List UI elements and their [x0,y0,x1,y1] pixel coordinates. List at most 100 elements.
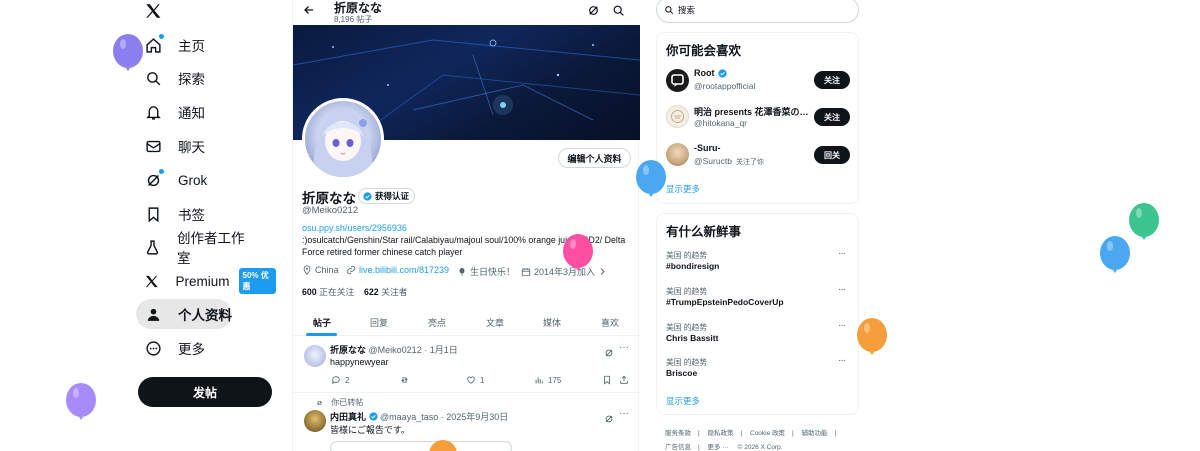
follow-back-button[interactable]: 回关 [814,146,850,164]
avatar[interactable] [666,69,689,92]
sidebar-item-grok[interactable]: Grok [136,165,246,195]
footer-link-cookie[interactable]: Cookie 政策 [750,430,785,437]
footer-links-2: 广告信息 | 更多 ··· © 2026 X Corp. [665,444,783,451]
sidebar-item-label: 书签 [178,208,205,223]
panel-title: 你可能会喜欢 [666,44,742,58]
profile-avatar[interactable] [302,98,384,180]
tweet-author[interactable]: 折原なな [330,345,366,355]
sidebar-item-profile[interactable]: 个人资料 [136,299,232,329]
bookmark-button[interactable] [602,375,616,385]
sidebar-item-home[interactable]: 主页 [136,30,246,60]
post-button[interactable]: 发帖 [138,377,272,407]
more-options-icon[interactable]: ··· [838,248,846,259]
trend-context: 美国 的趋势 [666,287,708,296]
footer-link-accessibility[interactable]: 辅助功能 [802,430,828,437]
more-circle-icon [144,339,162,357]
website-text[interactable]: live.bilibili.com/817239 [359,265,449,275]
account-handle: @hitokana_qr [694,118,748,128]
tweet-text: happynewyear [330,357,389,367]
sidebar-item-more[interactable]: 更多 [136,333,246,363]
grok-icon[interactable] [604,411,614,429]
tab-likes[interactable]: 喜欢 [601,316,619,329]
avatar[interactable] [666,105,689,128]
sidebar-item-chat[interactable]: 聊天 [136,131,246,161]
back-arrow-icon[interactable] [303,3,315,19]
footer-link-ads[interactable]: 广告信息 [665,444,691,451]
grok-icon[interactable] [587,4,600,22]
verified-badge-icon [717,68,727,78]
footer-link-privacy[interactable]: 隐私政策 [708,430,734,437]
footer-links: 服务条款 | 隐私政策 | Cookie 政策 | 辅助功能 | [665,430,837,437]
tab-articles[interactable]: 文章 [486,316,504,329]
search-input[interactable]: 搜索 [656,0,859,23]
grok-icon[interactable] [604,345,614,363]
sidebar-item-notifications[interactable]: 通知 [136,97,246,127]
show-more-link[interactable]: 显示更多 [666,183,700,195]
profile-birthday: 生日快乐！ [457,265,515,278]
account-name[interactable]: 明治 presents 花澤香菜の… [694,105,809,118]
share-button[interactable] [619,375,633,385]
sidebar-item-creator-studio[interactable]: 创作者工作室 [136,231,246,266]
account-handle: @rootappofficial [694,81,756,91]
sidebar-item-label: Premium [175,273,230,289]
bio-link[interactable]: osu.ppy.sh/users/2956936 [302,223,407,233]
account-name[interactable]: Root [694,68,727,78]
account-handle: @Suructb 关注了你 [694,156,764,166]
footer-link-more[interactable]: 更多 ··· [708,444,729,451]
following-count[interactable]: 600 正在关注 [302,285,354,298]
profile-name: 折原なな [302,191,356,206]
sidebar-item-label: 主页 [178,39,205,54]
more-options-icon[interactable]: ··· [619,408,629,419]
active-tab-indicator [306,333,337,336]
profile-header-bar: 折原なな 8,196 帖子 [293,0,640,25]
trend-name: #TrumpEpsteinPedoCoverUp [666,297,784,307]
trend-name: #bondiresign [666,261,720,271]
trend-context: 美国 的趋势 [666,358,708,367]
retweet-button[interactable] [399,375,414,385]
location-pin-icon [303,265,311,275]
sidebar-item-premium[interactable]: Premium 50% 优惠 [136,266,276,296]
sidebar-item-label: 个人资料 [178,308,232,323]
birthday-balloon [1129,203,1159,240]
heart-icon [467,376,475,384]
avatar[interactable] [666,143,689,166]
tweet-author[interactable]: 内田真礼 [330,412,366,422]
tweet-text: 皆様にご報告です。 [330,425,410,435]
show-more-link[interactable]: 显示更多 [666,395,700,407]
trend-name: Chris Bassitt [666,333,719,343]
location-text: China [315,265,339,275]
more-options-icon[interactable]: ··· [838,284,846,295]
more-options-icon[interactable]: ··· [838,320,846,331]
tab-media[interactable]: 媒体 [543,316,561,329]
tweet-media-card[interactable] [330,441,512,451]
reply-icon [332,376,340,385]
like-button[interactable]: 1 [466,375,484,385]
followers-count[interactable]: 622 关注者 [364,285,408,298]
edit-profile-button[interactable]: 编辑个人资料 [558,148,631,168]
tab-replies[interactable]: 回复 [370,316,388,329]
x-premium-icon [144,272,160,290]
follow-button[interactable]: 关注 [814,108,850,126]
reply-button[interactable]: 2 [331,375,349,385]
profile-website[interactable]: live.bilibili.com/817239 [346,265,449,275]
search-icon[interactable] [612,4,625,22]
x-logo-icon[interactable] [144,2,164,22]
tab-highlights[interactable]: 亮点 [428,316,446,329]
views-button[interactable]: 175 [534,375,561,385]
more-options-icon[interactable]: ··· [619,342,629,353]
get-verified-button[interactable]: 获得认证 [358,188,416,204]
avatar[interactable] [304,410,326,432]
avatar[interactable] [304,345,326,367]
tab-posts[interactable]: 帖子 [313,316,331,329]
notification-dot [159,169,164,174]
home-icon [144,34,164,54]
tweet-header: 折原なな @Meiko0212 · 1月1日 [330,343,458,356]
sidebar-item-label: 通知 [178,106,205,121]
footer-link-terms[interactable]: 服务条款 [665,430,691,437]
birthday-text: 生日快乐！ [470,267,516,277]
sidebar-item-explore[interactable]: 探索 [136,63,246,93]
sidebar-item-bookmarks[interactable]: 书签 [136,199,246,229]
follow-button[interactable]: 关注 [814,71,850,89]
account-name[interactable]: -Suru- [694,143,721,153]
more-options-icon[interactable]: ··· [838,355,846,366]
